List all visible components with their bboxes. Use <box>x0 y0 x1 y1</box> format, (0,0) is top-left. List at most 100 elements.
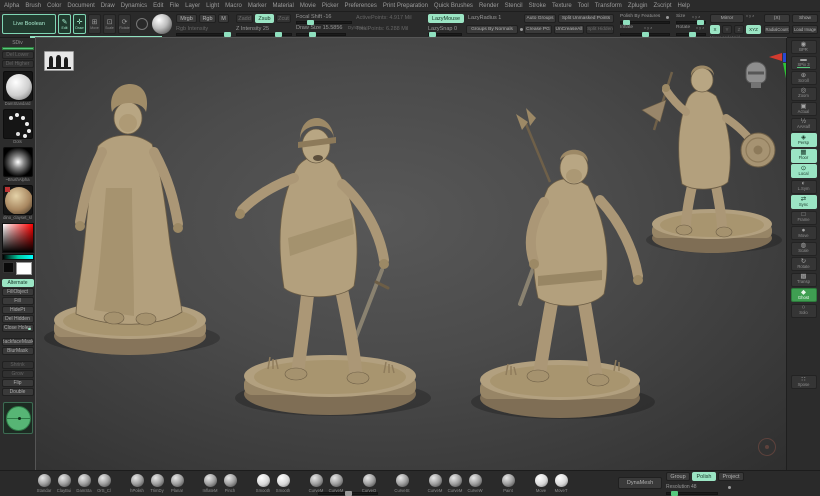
menu-item[interactable]: Picker <box>322 3 339 9</box>
dynamesh-group-button[interactable]: Group <box>666 472 690 481</box>
main-color-swatch[interactable] <box>16 262 32 275</box>
menu-item[interactable]: Marker <box>248 3 267 9</box>
right-shelf-button[interactable]: ½ AAHalf <box>791 118 817 132</box>
menu-item[interactable]: Edit <box>153 3 163 9</box>
left-shelf-button[interactable]: Fill <box>2 297 34 305</box>
menu-item[interactable]: Zplugin <box>628 3 648 9</box>
current-alpha-thumbnail[interactable] <box>3 147 33 177</box>
quick-brush-button[interactable]: CurveQ <box>359 474 379 493</box>
quick-brush-button[interactable]: CurveM <box>425 474 445 493</box>
menu-item[interactable]: Light <box>206 3 219 9</box>
sculpt-zombie-helmet[interactable] <box>235 118 431 416</box>
rgb-intensity-slider[interactable] <box>176 33 230 36</box>
split-hidden-button[interactable]: Split Hidden <box>586 25 614 34</box>
quick-brush-button[interactable]: Paint <box>498 474 518 493</box>
menu-item[interactable]: Macro <box>225 3 242 9</box>
right-shelf-button[interactable]: ◈ Persp <box>791 133 817 147</box>
right-shelf-button[interactable]: ⊕ Scroll <box>791 71 817 85</box>
dynamesh-project-button[interactable]: Project <box>718 472 744 481</box>
left-shelf-button[interactable]: BlurMask <box>2 347 34 355</box>
quick-brush-button[interactable]: CurveW <box>465 474 485 493</box>
m-button[interactable]: M <box>218 14 229 23</box>
color-picker-sv[interactable] <box>2 223 34 253</box>
left-shelf-button[interactable]: BackfaceMask <box>2 338 34 346</box>
quick-brush-button[interactable]: CurveM <box>326 474 346 493</box>
load-image-button[interactable]: Load Image <box>792 25 818 34</box>
left-shelf-button[interactable]: Close Holes <box>2 324 34 332</box>
lazy-snap-knob[interactable] <box>429 32 436 37</box>
groups-by-normals-dot[interactable] <box>520 28 523 31</box>
quick-brush-button[interactable]: Pinch <box>220 474 240 493</box>
sculptris-material-tile[interactable] <box>3 402 33 434</box>
zsub-button[interactable]: Zsub <box>255 14 274 23</box>
del-higher-button[interactable]: Del Higher <box>2 60 34 68</box>
right-shelf-button[interactable]: ↻ Rotate <box>791 257 817 271</box>
curve-falloff-slider[interactable] <box>318 492 378 495</box>
gyro-icon[interactable] <box>136 18 148 30</box>
rgb-button[interactable]: Rgb <box>199 14 216 23</box>
live-boolean-button[interactable]: Live Boolean <box>2 14 56 34</box>
mirror-and-weld-button[interactable]: (X) <box>764 14 790 23</box>
right-shelf-button[interactable]: ▦ Floor <box>791 149 817 163</box>
left-shelf-button[interactable]: FillObject <box>2 288 34 296</box>
right-shelf-button[interactable]: ⇄ Sync <box>791 195 817 209</box>
sculpt-zombie-villager[interactable] <box>44 84 220 355</box>
dynamesh-resolution-slider[interactable] <box>666 492 718 495</box>
quick-brush-button[interactable]: OrS_Cl <box>94 474 114 493</box>
menu-item[interactable]: Brush <box>25 3 41 9</box>
left-shelf-button[interactable]: Del Hidden <box>2 315 34 323</box>
rotate-slider[interactable] <box>676 33 706 36</box>
uncrease-all-button[interactable]: UnCreaseAll <box>554 25 584 34</box>
mirror-xyz-button[interactable]: XYZ <box>746 25 761 34</box>
quick-brush-button[interactable]: InflateM <box>200 474 220 493</box>
curve-falloff-knob[interactable] <box>345 491 352 496</box>
quick-brush-button[interactable]: MoveT <box>551 474 571 493</box>
camera-head-gizmo[interactable] <box>742 54 770 95</box>
menu-item[interactable]: Stencil <box>505 3 523 9</box>
menu-item[interactable]: Dynamics <box>121 3 147 9</box>
quick-brush-button[interactable]: ClayBui <box>54 474 74 493</box>
right-shelf-button[interactable]: ▩ Transp <box>791 273 817 287</box>
sculpt-zombie-arrow[interactable] <box>471 108 655 419</box>
quick-brush-button[interactable]: DamSta <box>74 474 94 493</box>
right-shelf-button[interactable]: ∷ Xpose <box>791 375 817 389</box>
menu-item[interactable]: Document <box>67 3 94 9</box>
right-shelf-button[interactable]: ◎ Zoom <box>791 87 817 101</box>
left-shelf-button[interactable]: Flip <box>2 379 34 387</box>
del-lower-button[interactable]: Del Lower <box>2 51 34 59</box>
secondary-color-swatch[interactable] <box>3 262 14 273</box>
right-shelf-button[interactable]: ○ Solo <box>791 304 817 318</box>
draw-size-knob[interactable] <box>309 32 316 37</box>
menu-item[interactable]: Preferences <box>345 3 377 9</box>
sdiv-slider[interactable] <box>2 47 34 50</box>
quick-brush-button[interactable]: Planar <box>167 474 187 493</box>
menu-item[interactable]: Movie <box>300 3 316 9</box>
quick-brush-button[interactable]: CurveSt <box>392 474 412 493</box>
inflate-axes[interactable]: x y z <box>644 25 652 30</box>
lazy-mouse-button[interactable]: LazyMouse <box>428 14 464 23</box>
current-texture-thumbnail[interactable] <box>3 185 33 215</box>
quick-brush-button[interactable]: CurveM <box>306 474 326 493</box>
zadd-button[interactable]: Zadd <box>236 14 253 23</box>
dynamesh-mode-dot[interactable] <box>728 486 731 489</box>
right-shelf-button[interactable]: ▬ SPix 3 <box>791 56 817 70</box>
size-axes[interactable]: x y z <box>692 14 700 19</box>
menu-item[interactable]: Stroke <box>529 3 546 9</box>
rotate-knob[interactable] <box>689 32 696 37</box>
menu-item[interactable]: Tool <box>578 3 589 9</box>
menu-item[interactable]: File <box>169 3 179 9</box>
show-button[interactable]: Show <box>792 14 818 23</box>
scale-button[interactable]: ⊡Scale <box>103 14 116 34</box>
focal-shift-slider[interactable] <box>296 21 352 24</box>
mirror-y-button[interactable]: Y <box>722 25 732 34</box>
color-picker-strip[interactable] <box>2 254 34 260</box>
rotate-button[interactable]: ⟳Rotate <box>118 14 131 34</box>
rgb-intensity-knob[interactable] <box>224 32 231 37</box>
right-shelf-button[interactable]: ◉ BPR <box>791 40 817 54</box>
right-shelf-button[interactable]: ◍ Scale <box>791 242 817 256</box>
split-unmasked-button[interactable]: Split Unmasked Points <box>558 14 614 23</box>
quick-brush-button[interactable]: TrimDy <box>147 474 167 493</box>
dynamesh-resolution-knob[interactable] <box>671 491 678 496</box>
menu-item[interactable]: Texture <box>552 3 572 9</box>
menu-item[interactable]: Material <box>273 3 294 9</box>
